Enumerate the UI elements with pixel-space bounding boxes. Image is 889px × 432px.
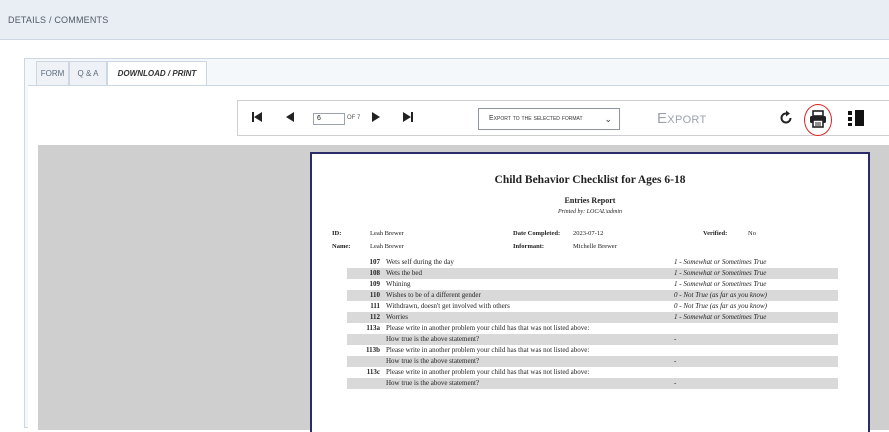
- chevron-down-icon: ⌄: [604, 114, 612, 124]
- item-answer: 1 - Somewhat or Sometimes True: [674, 313, 767, 321]
- refresh-icon[interactable]: [778, 110, 794, 126]
- table-row: How true is the above statement? -: [347, 378, 838, 389]
- item-description: Wets self during the day: [386, 258, 454, 266]
- item-number: 109: [369, 280, 381, 288]
- informant-value: Michelle Brewer: [573, 243, 617, 250]
- table-row: 110 Wishes to be of a different gender 0 -…: [347, 290, 838, 301]
- item-answer: 1 - Somewhat or Sometimes True: [674, 258, 767, 266]
- item-number: 111: [370, 302, 380, 310]
- item-answer: 0 - Not True (as far as you know): [674, 302, 767, 310]
- item-description: How true is the above statement?: [386, 335, 480, 343]
- table-row: 113b Please write in another problem your…: [347, 345, 838, 356]
- export-format-select[interactable]: Export to the selected format ⌄: [478, 108, 620, 130]
- first-page-icon[interactable]: [251, 111, 263, 123]
- item-description: How true is the above statement?: [386, 357, 480, 365]
- tab-q-and-a[interactable]: Q & A: [69, 61, 107, 85]
- report-page: Child Behavior Checklist for Ages 6-18 E…: [310, 152, 870, 432]
- previous-page-icon[interactable]: [285, 111, 295, 123]
- item-description: Please write in another problem your chi…: [386, 368, 590, 376]
- highlight-circle: [804, 104, 832, 136]
- item-number: 113b: [365, 346, 380, 354]
- item-number: 110: [369, 291, 380, 299]
- date-completed-value: 2023-07-12: [573, 230, 604, 237]
- verified-value: No: [748, 230, 756, 237]
- page-number-input[interactable]: 6: [313, 113, 345, 125]
- item-number: 108: [369, 269, 381, 277]
- name-value: Leah Brewer: [370, 243, 404, 250]
- item-description: Wishes to be of a different gender: [386, 291, 481, 299]
- item-number: 107: [369, 258, 381, 266]
- table-row: 112 Worries 1 - Somewhat or Sometimes True: [347, 312, 838, 323]
- item-description: Wets the bed: [386, 269, 422, 277]
- report-rows: 107 Wets self during the day 1 - Somewhat …: [347, 257, 838, 389]
- report-title: Child Behavior Checklist for Ages 6-18: [494, 174, 686, 186]
- id-label: ID:: [332, 230, 342, 237]
- item-description: How true is the above statement?: [386, 379, 480, 387]
- details-comments-title: DETAILS / COMMENTS: [8, 15, 109, 25]
- name-label: Name:: [332, 243, 351, 250]
- verified-label: Verified:: [703, 230, 728, 237]
- export-format-selected: Export to the selected format: [489, 115, 583, 122]
- item-description: Please write in another problem your chi…: [386, 346, 590, 354]
- informant-label: Informant:: [513, 243, 545, 250]
- table-row: 109 Whining 1 - Somewhat or Sometimes True: [347, 279, 838, 290]
- item-answer: 1 - Somewhat or Sometimes True: [674, 269, 767, 277]
- item-answer: 1 - Somewhat or Sometimes True: [674, 280, 767, 288]
- last-page-icon[interactable]: [402, 111, 414, 123]
- table-row: 108 Wets the bed 1 - Somewhat or Sometimes…: [347, 268, 838, 279]
- report-subtitle: Entries Report: [564, 196, 616, 205]
- item-description: Whining: [386, 280, 411, 288]
- tab-download-print[interactable]: DOWNLOAD / PRINT: [107, 61, 207, 86]
- item-answer: -: [674, 357, 677, 365]
- item-answer: -: [674, 379, 677, 387]
- table-row: How true is the above statement? -: [347, 334, 838, 345]
- page-count-label: OF 7: [347, 115, 361, 121]
- table-row: 107 Wets self during the day 1 - Somewhat …: [347, 257, 838, 268]
- item-number: 113a: [366, 324, 380, 332]
- toggle-sidebar-icon[interactable]: [847, 109, 865, 127]
- table-row: 113a Please write in another problem your…: [347, 323, 838, 334]
- item-description: Please write in another problem your chi…: [386, 324, 590, 332]
- id-value: Leah Brewer: [370, 230, 404, 237]
- item-answer: 0 - Not True (as far as you know): [674, 291, 767, 299]
- table-row: 111 Withdrawn, doesn't get involved with …: [347, 301, 838, 312]
- date-completed-label: Date Completed:: [513, 230, 561, 237]
- printed-by: Printed by: LOCAL\admin: [558, 209, 622, 215]
- export-button[interactable]: Export: [657, 110, 707, 127]
- item-description: Worries: [386, 313, 408, 321]
- table-row: 113c Please write in another problem your…: [347, 367, 838, 378]
- item-answer: -: [674, 335, 677, 343]
- table-row: How true is the above statement? -: [347, 356, 838, 367]
- tab-form[interactable]: FORM: [36, 61, 69, 85]
- item-number: 112: [369, 313, 380, 321]
- item-number: 113c: [366, 368, 380, 376]
- details-header: DETAILS / COMMENTS: [0, 0, 889, 40]
- next-page-icon[interactable]: [371, 111, 381, 123]
- item-description: Withdrawn, doesn't get involved with oth…: [386, 302, 510, 310]
